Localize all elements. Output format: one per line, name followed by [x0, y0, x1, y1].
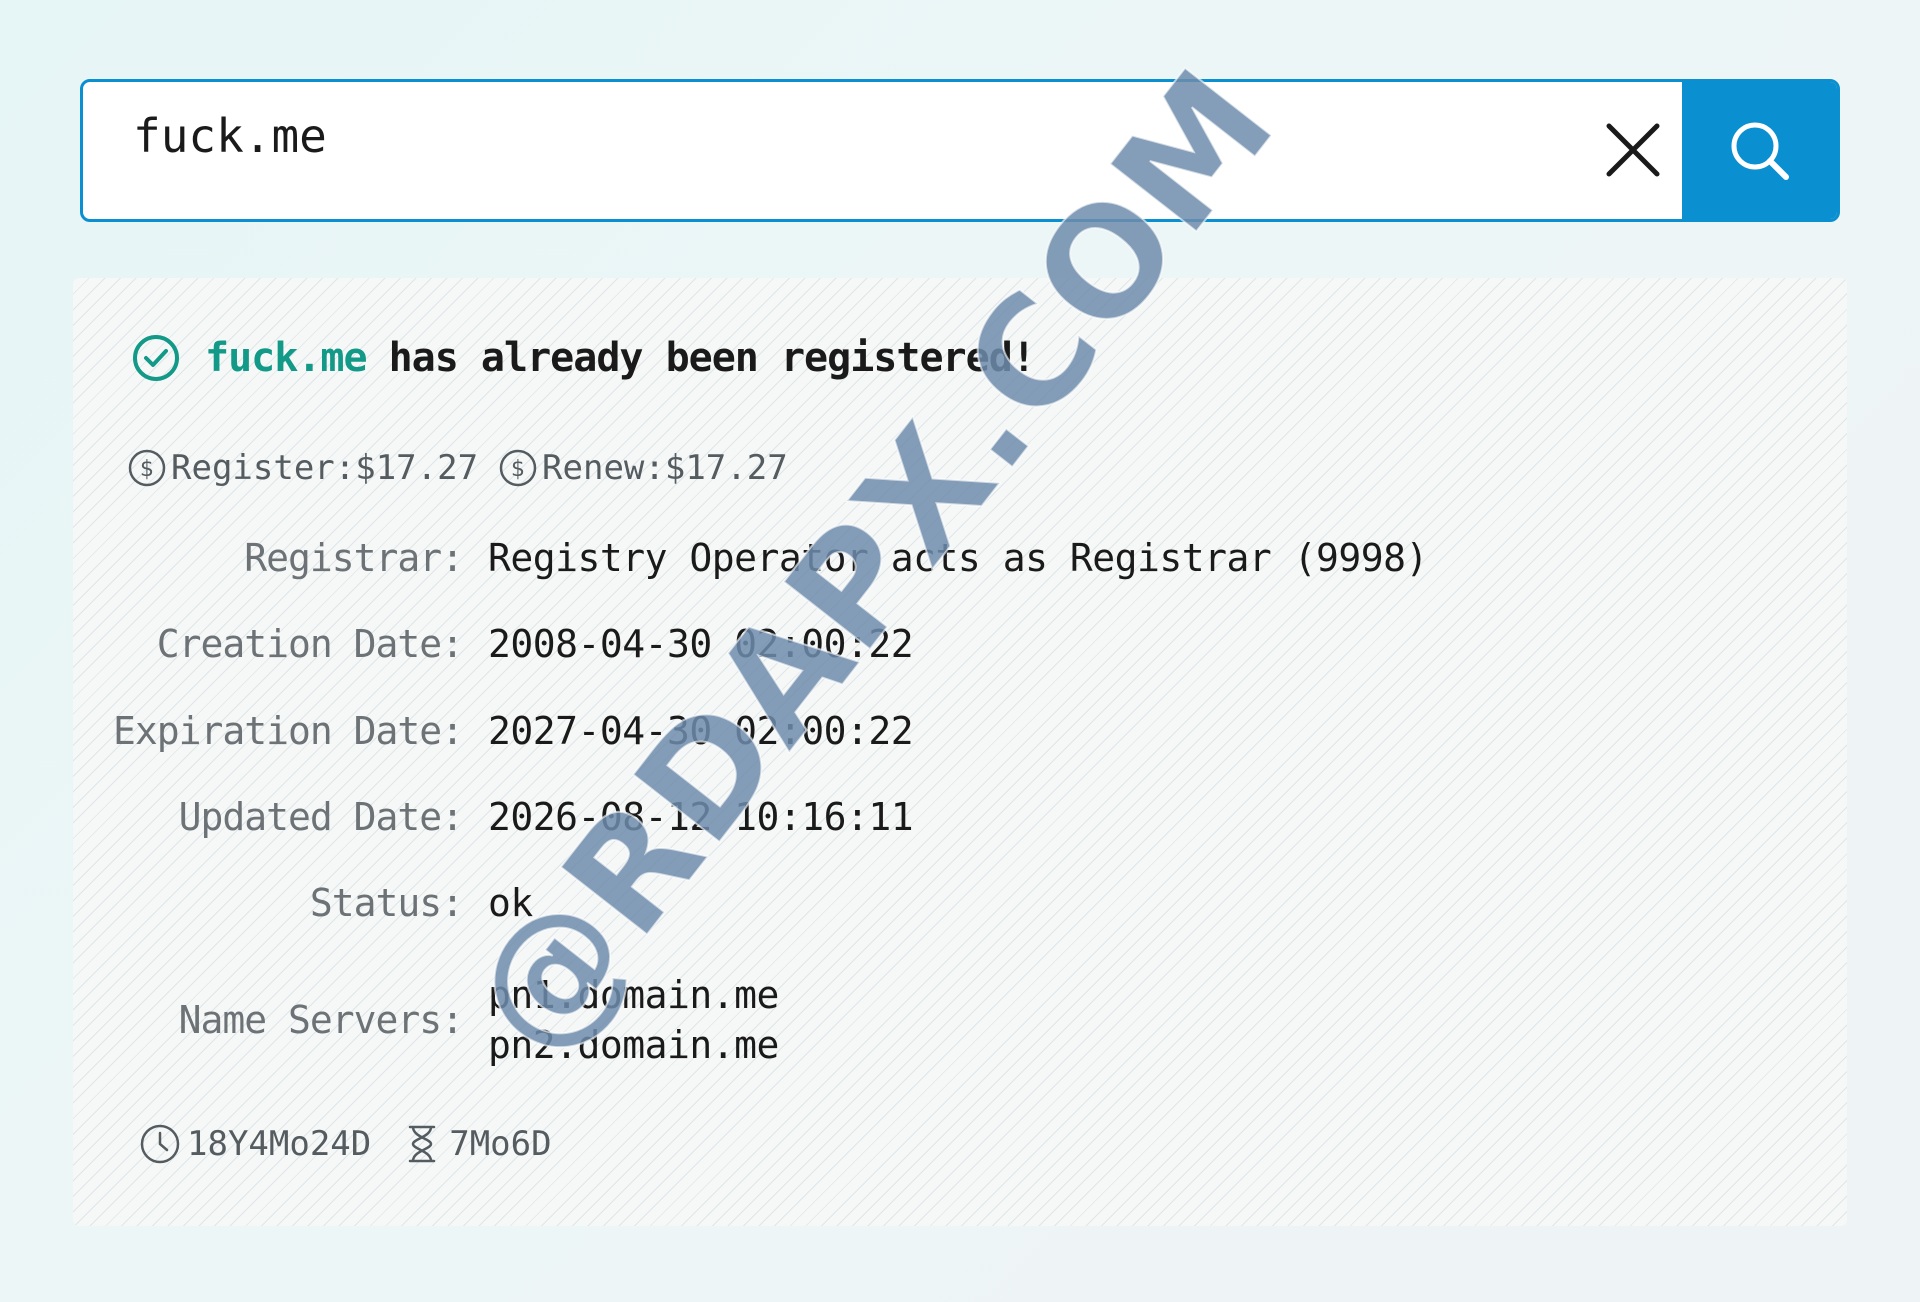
creation-date-label: Creation Date:: [156, 622, 464, 666]
dollar-circle-icon: $: [128, 449, 166, 487]
updated-date-row: Updated Date: 2026-08-12 10:16:11: [73, 795, 914, 839]
hourglass-icon: [408, 1125, 436, 1163]
search-button[interactable]: [1682, 82, 1837, 219]
price-info: $ Register:$17.27 $ Renew:$17.27: [127, 448, 808, 488]
name-server-item: pn2.domain.me: [488, 1023, 779, 1067]
result-card: fuck.me has already been registered! $ R…: [73, 278, 1847, 1226]
search-input[interactable]: [83, 82, 1583, 219]
register-price-label: Register:$17.27: [171, 448, 479, 488]
status-row: Status: ok: [73, 881, 533, 925]
domain-age: 18Y4Mo24D: [139, 1123, 371, 1165]
close-icon: [1606, 123, 1660, 177]
clear-button[interactable]: [1583, 100, 1683, 200]
time-remaining-value: 7Mo6D: [449, 1124, 552, 1164]
svg-text:$: $: [140, 457, 154, 482]
updated-date-value: 2026-08-12 10:16:11: [488, 795, 914, 839]
expiration-date-label: Expiration Date:: [112, 709, 464, 753]
registrar-value: Registry Operator acts as Registrar (999…: [488, 536, 1428, 580]
updated-date-label: Updated Date:: [178, 795, 464, 839]
result-headline: fuck.me has already been registered!: [131, 333, 1036, 383]
status-label: Status:: [309, 881, 464, 925]
name-server-item: pn1.domain.me: [488, 973, 779, 1017]
search-icon: [1731, 122, 1789, 180]
register-price: $ Register:$17.27: [127, 448, 478, 488]
status-value: ok: [488, 881, 533, 925]
creation-date-row: Creation Date: 2008-04-30 02:00:22: [73, 622, 914, 666]
name-servers-list: pn1.domain.me pn2.domain.me: [488, 970, 779, 1070]
svg-text:$: $: [511, 457, 525, 482]
expiration-date-value: 2027-04-30 02:00:22: [488, 709, 914, 753]
domain-stats: 18Y4Mo24D 7Mo6D: [139, 1123, 582, 1165]
name-servers-label: Name Servers:: [178, 998, 464, 1042]
renew-price-label: Renew:$17.27: [542, 448, 788, 488]
creation-date-value: 2008-04-30 02:00:22: [488, 622, 914, 666]
result-message: has already been registered!: [388, 335, 1036, 381]
domain-age-value: 18Y4Mo24D: [187, 1124, 372, 1164]
result-domain[interactable]: fuck.me: [205, 335, 368, 381]
name-servers-row: Name Servers: pn1.domain.me pn2.domain.m…: [73, 970, 780, 1070]
registrar-row: Registrar: Registry Operator acts as Reg…: [73, 536, 1428, 580]
registrar-label: Registrar:: [244, 536, 464, 580]
expiration-date-row: Expiration Date: 2027-04-30 02:00:22: [73, 709, 914, 753]
dollar-circle-icon: $: [499, 449, 537, 487]
renew-price: $ Renew:$17.27: [498, 448, 788, 488]
check-circle-icon: [133, 335, 179, 381]
search-bar: [80, 79, 1840, 222]
time-remaining: 7Mo6D: [401, 1123, 552, 1165]
clock-icon: [140, 1124, 180, 1164]
